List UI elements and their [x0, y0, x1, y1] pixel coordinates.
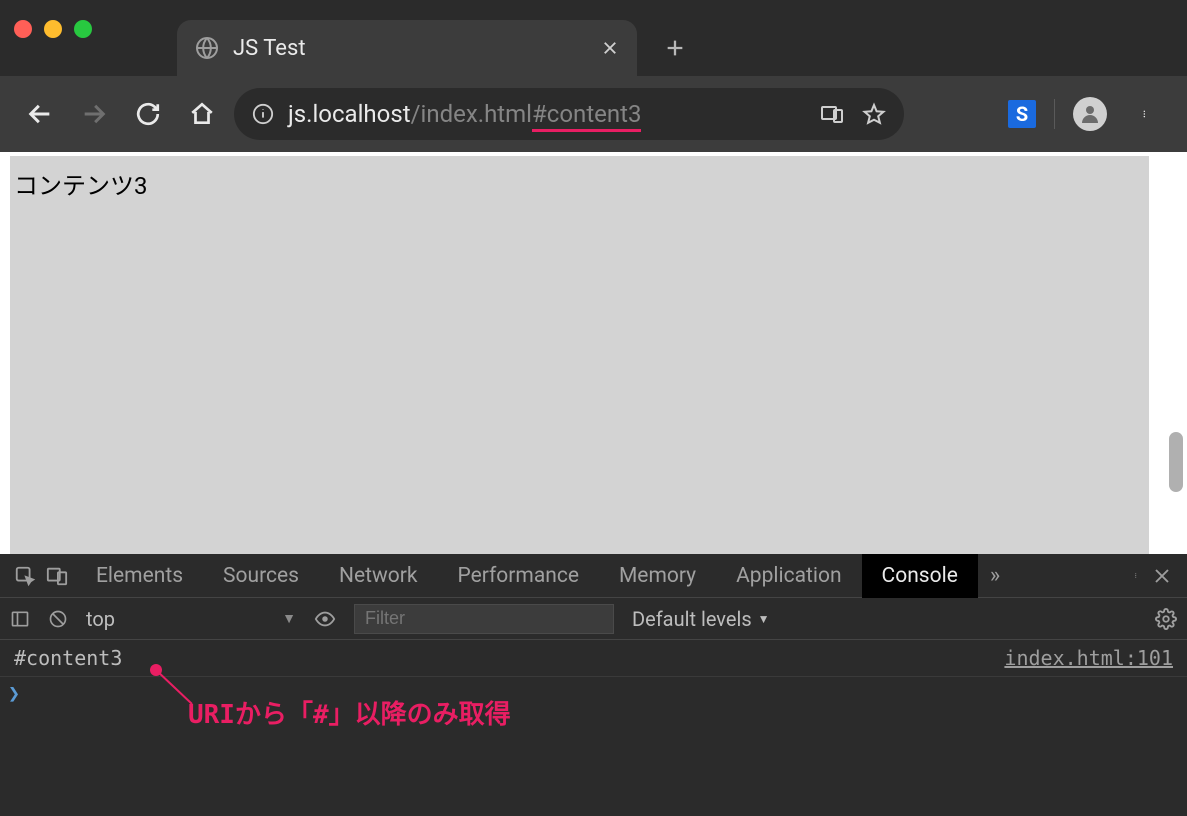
live-expression-icon[interactable]: [314, 608, 336, 630]
vertical-scrollbar[interactable]: [1169, 432, 1183, 492]
address-bar[interactable]: js.localhost/index.html#content3: [234, 88, 904, 140]
tab-console[interactable]: Console: [862, 554, 978, 598]
console-message: #content3: [14, 646, 122, 670]
tab-title: JS Test: [233, 36, 587, 61]
devtools-panel: Elements Sources Network Performance Mem…: [0, 554, 1187, 816]
page-content: コンテンツ3: [10, 156, 1149, 554]
device-mode-icon[interactable]: [820, 102, 844, 126]
globe-icon: [195, 36, 219, 60]
devtools-tabbar: Elements Sources Network Performance Mem…: [0, 554, 1187, 598]
log-levels-selector[interactable]: Default levels ▼: [632, 607, 770, 631]
close-tab-button[interactable]: [601, 39, 619, 57]
toggle-sidebar-icon[interactable]: [10, 609, 30, 629]
person-icon: [1078, 102, 1102, 126]
annotation-underline: [532, 129, 641, 132]
browser-tab[interactable]: JS Test: [177, 20, 637, 76]
site-info-icon[interactable]: [252, 103, 274, 125]
page-viewport: コンテンツ3: [0, 152, 1187, 554]
home-button[interactable]: [180, 92, 224, 136]
close-window-button[interactable]: [14, 20, 32, 38]
new-tab-button[interactable]: [651, 24, 699, 72]
close-devtools-button[interactable]: [1153, 567, 1171, 585]
toolbar-right: S: [1008, 92, 1169, 136]
maximize-window-button[interactable]: [74, 20, 92, 38]
console-output: #content3 index.html:101 ❯ URIから「#」以降のみ取…: [0, 640, 1187, 816]
clear-console-icon[interactable]: [48, 609, 68, 629]
tab-application[interactable]: Application: [716, 554, 861, 598]
menu-button[interactable]: [1125, 92, 1169, 136]
tab-sources[interactable]: Sources: [203, 554, 319, 598]
tab-memory[interactable]: Memory: [599, 554, 716, 598]
chevron-down-icon: ▼: [282, 610, 296, 627]
browser-toolbar: js.localhost/index.html#content3 S: [0, 76, 1187, 152]
minimize-window-button[interactable]: [44, 20, 62, 38]
url-hash: #content3: [532, 100, 641, 128]
url-path: /index.html: [411, 100, 532, 128]
tab-network[interactable]: Network: [319, 554, 438, 598]
tab-elements[interactable]: Elements: [76, 554, 203, 598]
device-toolbar-icon[interactable]: [46, 565, 68, 587]
console-filter-input[interactable]: [354, 604, 614, 634]
tab-performance[interactable]: Performance: [437, 554, 598, 598]
annotation-uri-label: URIから「#」以降のみ取得: [188, 694, 511, 731]
chevron-down-icon: ▼: [758, 612, 770, 626]
bookmark-star-icon[interactable]: [862, 102, 886, 126]
more-tabs-button[interactable]: »: [978, 563, 1012, 588]
url-host: js.localhost: [288, 100, 411, 128]
separator: [1054, 99, 1055, 129]
forward-button[interactable]: [72, 92, 116, 136]
window-titlebar: JS Test: [0, 0, 1187, 76]
tab-strip: JS Test: [177, 0, 699, 76]
console-toolbar: top ▼ Default levels ▼: [0, 598, 1187, 640]
url-text: js.localhost/index.html#content3: [288, 100, 641, 128]
reload-button[interactable]: [126, 92, 170, 136]
devtools-menu-icon[interactable]: [1135, 566, 1141, 586]
window-controls: [14, 20, 92, 38]
execution-context-selector[interactable]: top ▼: [86, 607, 296, 631]
content-heading: コンテンツ3: [14, 172, 148, 200]
back-button[interactable]: [18, 92, 62, 136]
console-source-link[interactable]: index.html:101: [1004, 646, 1173, 670]
console-settings-icon[interactable]: [1155, 608, 1177, 630]
inspect-element-icon[interactable]: [14, 565, 36, 587]
profile-avatar[interactable]: [1073, 97, 1107, 131]
extension-icon[interactable]: S: [1008, 100, 1036, 128]
